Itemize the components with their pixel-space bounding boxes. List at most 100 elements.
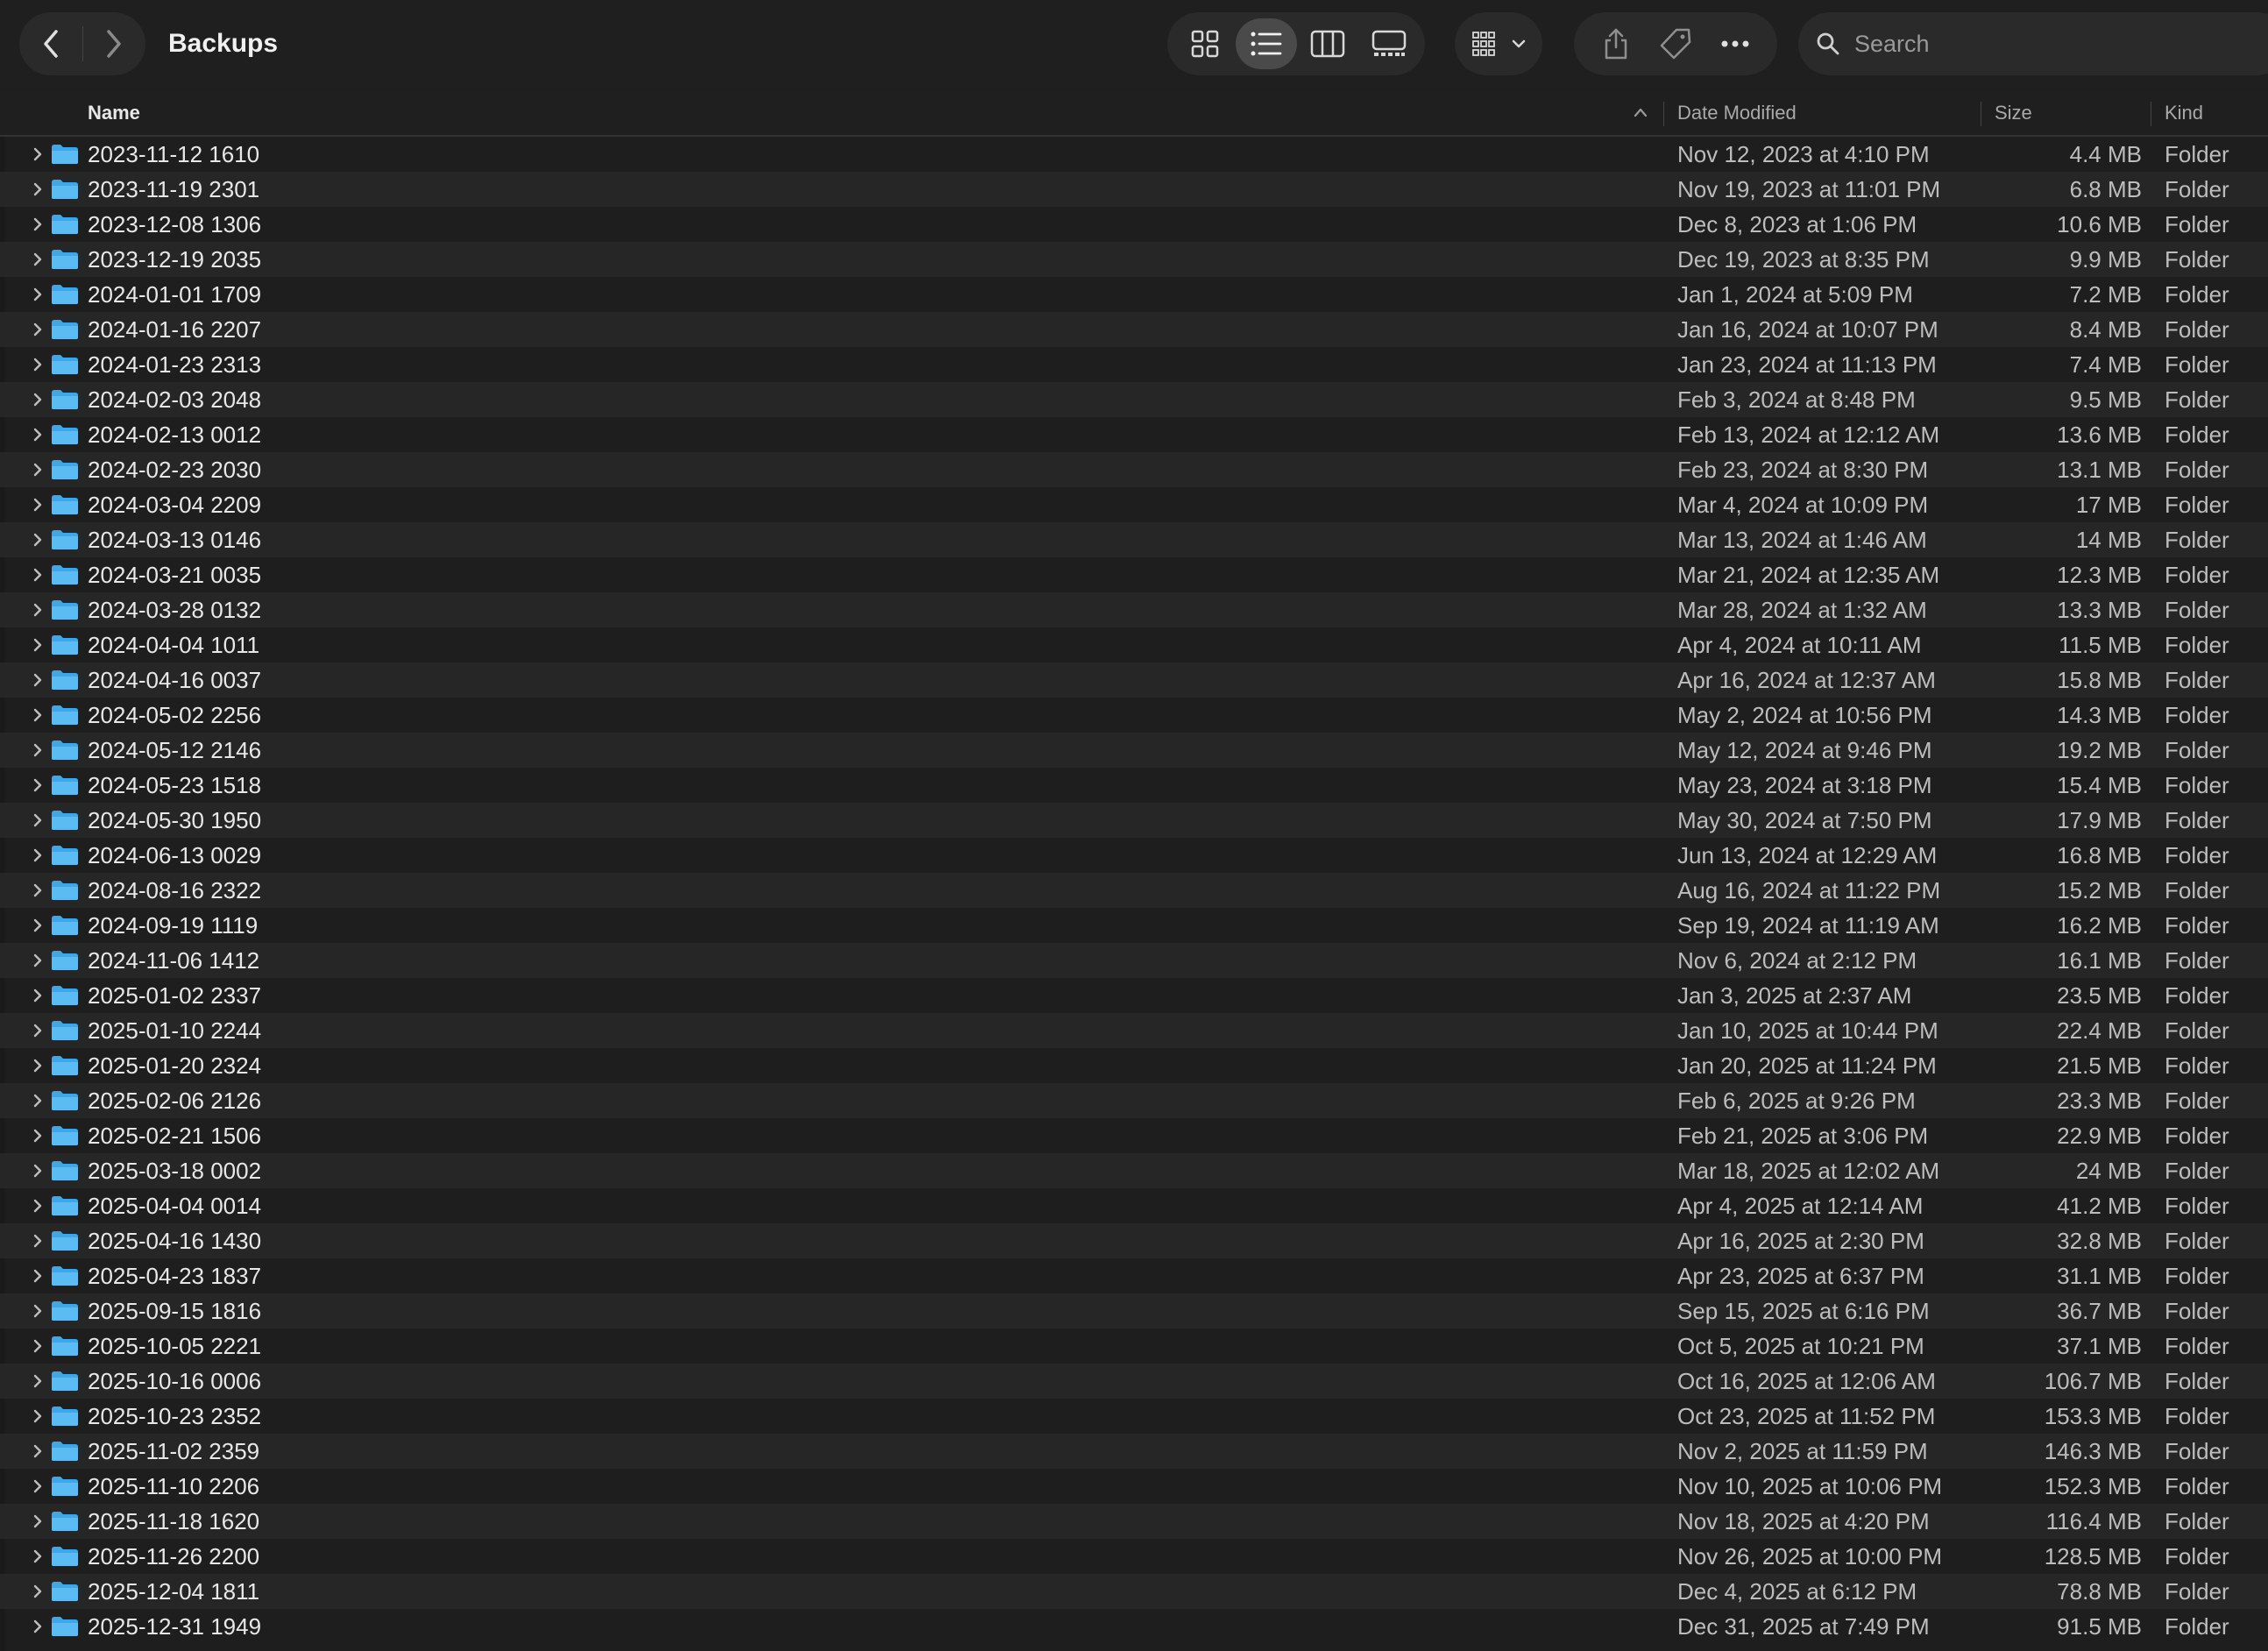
disclosure-triangle-icon[interactable] — [30, 776, 46, 794]
disclosure-triangle-icon[interactable] — [30, 531, 46, 549]
disclosure-triangle-icon[interactable] — [30, 1583, 46, 1600]
share-button[interactable] — [1590, 18, 1642, 70]
file-row[interactable]: 2024-05-30 1950 May 30, 2024 at 7:50 PM … — [0, 803, 2268, 838]
disclosure-triangle-icon[interactable] — [30, 811, 46, 829]
disclosure-triangle-icon[interactable] — [30, 917, 46, 934]
file-row[interactable]: 2023-12-19 2035 Dec 19, 2023 at 8:35 PM … — [0, 242, 2268, 277]
disclosure-triangle-icon[interactable] — [30, 496, 46, 514]
file-row[interactable]: 2024-06-13 0029 Jun 13, 2024 at 12:29 AM… — [0, 838, 2268, 873]
file-row[interactable]: 2024-02-03 2048 Feb 3, 2024 at 8:48 PM 9… — [0, 382, 2268, 417]
disclosure-triangle-icon[interactable] — [30, 1548, 46, 1565]
file-row[interactable]: 2024-01-16 2207 Jan 16, 2024 at 10:07 PM… — [0, 312, 2268, 347]
file-row[interactable]: 2025-01-02 2337 Jan 3, 2025 at 2:37 AM 2… — [0, 978, 2268, 1013]
file-row[interactable]: 2024-03-13 0146 Mar 13, 2024 at 1:46 AM … — [0, 522, 2268, 557]
file-row[interactable]: 2025-04-23 1837 Apr 23, 2025 at 6:37 PM … — [0, 1258, 2268, 1293]
file-row[interactable]: 2025-01-20 2324 Jan 20, 2025 at 11:24 PM… — [0, 1048, 2268, 1083]
file-row[interactable]: 2025-12-04 1811 Dec 4, 2025 at 6:12 PM 7… — [0, 1574, 2268, 1609]
file-row[interactable]: 2025-11-02 2359 Nov 2, 2025 at 11:59 PM … — [0, 1434, 2268, 1469]
disclosure-triangle-icon[interactable] — [30, 145, 46, 163]
column-header-kind[interactable]: Kind — [2165, 91, 2203, 135]
disclosure-triangle-icon[interactable] — [30, 1618, 46, 1635]
disclosure-triangle-icon[interactable] — [30, 1022, 46, 1039]
disclosure-triangle-icon[interactable] — [30, 952, 46, 969]
file-row[interactable]: 2025-03-18 0002 Mar 18, 2025 at 12:02 AM… — [0, 1153, 2268, 1188]
disclosure-triangle-icon[interactable] — [30, 181, 46, 198]
file-row[interactable]: 2025-11-26 2200 Nov 26, 2025 at 10:00 PM… — [0, 1539, 2268, 1574]
disclosure-triangle-icon[interactable] — [30, 601, 46, 619]
file-row[interactable]: 2024-03-04 2209 Mar 4, 2024 at 10:09 PM … — [0, 487, 2268, 522]
disclosure-triangle-icon[interactable] — [30, 426, 46, 443]
tag-button[interactable] — [1649, 18, 1702, 70]
file-row[interactable]: 2025-11-18 1620 Nov 18, 2025 at 4:20 PM … — [0, 1504, 2268, 1539]
file-row[interactable]: 2024-04-04 1011 Apr 4, 2024 at 10:11 AM … — [0, 627, 2268, 663]
file-row[interactable]: 2024-05-02 2256 May 2, 2024 at 10:56 PM … — [0, 698, 2268, 733]
file-row[interactable]: 2023-11-19 2301 Nov 19, 2023 at 11:01 PM… — [0, 172, 2268, 207]
column-view-button[interactable] — [1297, 18, 1358, 69]
file-row[interactable]: 2025-10-23 2352 Oct 23, 2025 at 11:52 PM… — [0, 1399, 2268, 1434]
search-input[interactable] — [1853, 29, 2224, 59]
disclosure-triangle-icon[interactable] — [30, 1442, 46, 1460]
search-field[interactable] — [1798, 12, 2268, 75]
disclosure-triangle-icon[interactable] — [30, 671, 46, 689]
file-row[interactable]: 2024-01-23 2313 Jan 23, 2024 at 11:13 PM… — [0, 347, 2268, 382]
disclosure-triangle-icon[interactable] — [30, 566, 46, 584]
file-row[interactable]: 2024-01-01 1709 Jan 1, 2024 at 5:09 PM 7… — [0, 277, 2268, 312]
file-row[interactable]: 2024-02-13 0012 Feb 13, 2024 at 12:12 AM… — [0, 417, 2268, 452]
file-row[interactable]: 2024-05-12 2146 May 12, 2024 at 9:46 PM … — [0, 733, 2268, 768]
file-row[interactable]: 2023-12-08 1306 Dec 8, 2023 at 1:06 PM 1… — [0, 207, 2268, 242]
disclosure-triangle-icon[interactable] — [30, 286, 46, 303]
disclosure-triangle-icon[interactable] — [30, 1092, 46, 1109]
group-by-button[interactable] — [1455, 12, 1542, 75]
disclosure-triangle-icon[interactable] — [30, 847, 46, 864]
file-row[interactable]: 2023-11-12 1610 Nov 12, 2023 at 4:10 PM … — [0, 137, 2268, 172]
disclosure-triangle-icon[interactable] — [30, 1127, 46, 1144]
more-button[interactable] — [1709, 18, 1761, 70]
column-separator[interactable] — [1663, 102, 1664, 126]
file-row[interactable]: 2024-02-23 2030 Feb 23, 2024 at 8:30 PM … — [0, 452, 2268, 487]
disclosure-triangle-icon[interactable] — [30, 1197, 46, 1215]
disclosure-triangle-icon[interactable] — [30, 216, 46, 233]
disclosure-triangle-icon[interactable] — [30, 706, 46, 724]
file-row[interactable]: 2025-02-06 2126 Feb 6, 2025 at 9:26 PM 2… — [0, 1083, 2268, 1118]
disclosure-triangle-icon[interactable] — [30, 391, 46, 408]
list-view-button[interactable] — [1236, 18, 1297, 69]
disclosure-triangle-icon[interactable] — [30, 1407, 46, 1425]
back-button[interactable] — [19, 12, 82, 75]
file-row[interactable]: 2025-04-16 1430 Apr 16, 2025 at 2:30 PM … — [0, 1223, 2268, 1258]
column-header-name[interactable]: Name — [88, 91, 140, 135]
disclosure-triangle-icon[interactable] — [30, 1162, 46, 1180]
disclosure-triangle-icon[interactable] — [30, 461, 46, 478]
gallery-view-button[interactable] — [1358, 18, 1420, 69]
file-row[interactable]: 2024-04-16 0037 Apr 16, 2024 at 12:37 AM… — [0, 663, 2268, 698]
disclosure-triangle-icon[interactable] — [30, 1302, 46, 1320]
disclosure-triangle-icon[interactable] — [30, 356, 46, 373]
file-row[interactable]: 2025-10-05 2221 Oct 5, 2025 at 10:21 PM … — [0, 1329, 2268, 1364]
file-row[interactable]: 2025-02-21 1506 Feb 21, 2025 at 3:06 PM … — [0, 1118, 2268, 1153]
disclosure-triangle-icon[interactable] — [30, 251, 46, 268]
disclosure-triangle-icon[interactable] — [30, 1057, 46, 1074]
file-row[interactable]: 2025-01-10 2244 Jan 10, 2025 at 10:44 PM… — [0, 1013, 2268, 1048]
file-row[interactable]: 2024-08-16 2322 Aug 16, 2024 at 11:22 PM… — [0, 873, 2268, 908]
disclosure-triangle-icon[interactable] — [30, 882, 46, 899]
disclosure-triangle-icon[interactable] — [30, 1337, 46, 1355]
disclosure-triangle-icon[interactable] — [30, 1232, 46, 1250]
file-row[interactable]: 2024-11-06 1412 Nov 6, 2024 at 2:12 PM 1… — [0, 943, 2268, 978]
disclosure-triangle-icon[interactable] — [30, 1267, 46, 1285]
column-header-date-modified[interactable]: Date Modified — [1677, 91, 1797, 135]
file-row[interactable]: 2025-12-31 1949 Dec 31, 2025 at 7:49 PM … — [0, 1609, 2268, 1644]
disclosure-triangle-icon[interactable] — [30, 741, 46, 759]
file-row[interactable]: 2025-11-10 2206 Nov 10, 2025 at 10:06 PM… — [0, 1469, 2268, 1504]
disclosure-triangle-icon[interactable] — [30, 321, 46, 338]
disclosure-triangle-icon[interactable] — [30, 987, 46, 1004]
file-row[interactable]: 2025-10-16 0006 Oct 16, 2025 at 12:06 AM… — [0, 1364, 2268, 1399]
disclosure-triangle-icon[interactable] — [30, 1513, 46, 1530]
file-row[interactable]: 2025-09-15 1816 Sep 15, 2025 at 6:16 PM … — [0, 1293, 2268, 1329]
file-row[interactable]: 2025-04-04 0014 Apr 4, 2025 at 12:14 AM … — [0, 1188, 2268, 1223]
file-row[interactable]: 2024-03-28 0132 Mar 28, 2024 at 1:32 AM … — [0, 592, 2268, 627]
file-row[interactable]: 2024-09-19 1119 Sep 19, 2024 at 11:19 AM… — [0, 908, 2268, 943]
disclosure-triangle-icon[interactable] — [30, 1477, 46, 1495]
disclosure-triangle-icon[interactable] — [30, 1372, 46, 1390]
forward-button[interactable] — [83, 12, 146, 75]
file-row[interactable]: 2024-05-23 1518 May 23, 2024 at 3:18 PM … — [0, 768, 2268, 803]
disclosure-triangle-icon[interactable] — [30, 636, 46, 654]
